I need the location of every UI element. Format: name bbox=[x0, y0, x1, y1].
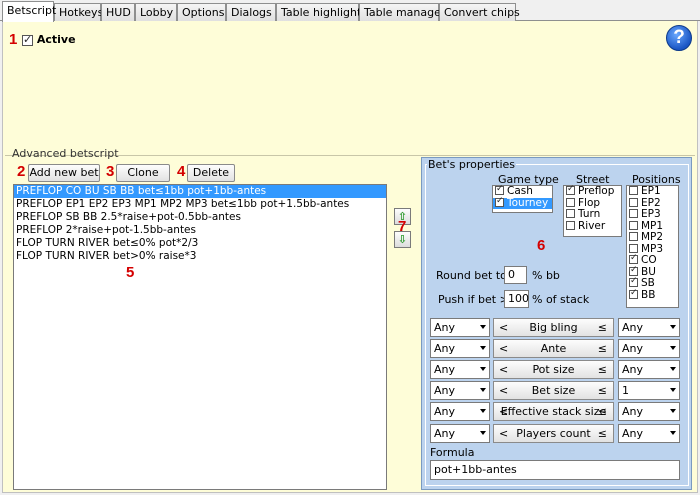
checkbox[interactable] bbox=[629, 288, 638, 299]
tab-options[interactable]: Options bbox=[177, 3, 226, 21]
marker-3: 3 bbox=[106, 163, 115, 180]
tab-convert-chips[interactable]: Convert chips bbox=[439, 3, 520, 21]
chevron-down-icon bbox=[670, 367, 676, 371]
active-label: Active bbox=[36, 33, 76, 46]
list-item[interactable]: FLOP TURN RIVER bet≤0% pot*2/3 bbox=[14, 237, 386, 250]
add-new-bet-button[interactable]: Add new bet bbox=[28, 164, 100, 182]
tab-betscript[interactable]: Betscript bbox=[2, 1, 56, 22]
list-item[interactable]: PREFLOP SB BB 2.5*raise+pot-0.5bb-antes bbox=[14, 211, 386, 224]
tab-bar: Betscript Hotkeys HUD Lobby Options Dial… bbox=[0, 0, 700, 22]
active-panel bbox=[2, 21, 698, 146]
round-bet-unit: % bb bbox=[532, 269, 560, 282]
active-checkbox[interactable] bbox=[22, 33, 33, 46]
checkbox[interactable] bbox=[629, 232, 638, 241]
bet-list[interactable]: PREFLOP CO BU SB BB bet≤1bb pot+1bb-ante… bbox=[13, 184, 387, 490]
formula-input[interactable]: pot+1bb-antes bbox=[430, 460, 680, 480]
checkbox[interactable] bbox=[566, 197, 575, 207]
marker-4: 4 bbox=[177, 163, 186, 180]
game-type-tourney[interactable]: Tourney bbox=[493, 196, 552, 209]
checkbox[interactable] bbox=[566, 184, 575, 195]
ante-min-select[interactable]: Any bbox=[430, 339, 490, 358]
bet-size-range-label: < Bet size ≤ bbox=[493, 381, 614, 400]
tab-hotkeys[interactable]: Hotkeys bbox=[54, 3, 103, 21]
checkbox[interactable] bbox=[495, 196, 504, 207]
street-list[interactable]: Preflop Flop Turn River bbox=[563, 184, 622, 237]
chevron-down-icon bbox=[480, 388, 486, 392]
arrow-down-icon: ⇩ bbox=[397, 233, 408, 246]
effective-stack-min-select[interactable]: Any bbox=[430, 402, 490, 421]
marker-2: 2 bbox=[17, 163, 26, 180]
position-bb[interactable]: BB bbox=[627, 288, 678, 302]
list-item[interactable]: PREFLOP EP1 EP2 EP3 MP1 MP2 MP3 bet≤1bb … bbox=[14, 198, 386, 211]
pot-size-min-select[interactable]: Any bbox=[430, 360, 490, 379]
big-blind-min-select[interactable]: Any bbox=[430, 318, 490, 337]
checkbox[interactable] bbox=[566, 209, 575, 218]
tab-lobby[interactable]: Lobby bbox=[135, 3, 177, 21]
checkbox[interactable] bbox=[629, 220, 638, 230]
checkbox[interactable] bbox=[629, 197, 638, 207]
marker-6: 6 bbox=[537, 237, 546, 254]
tab-table-manager[interactable]: Table manager bbox=[359, 3, 445, 21]
help-icon[interactable]: ? bbox=[666, 25, 692, 51]
tab-hud[interactable]: HUD bbox=[101, 3, 135, 21]
chevron-down-icon bbox=[480, 409, 486, 413]
street-river[interactable]: River bbox=[564, 220, 621, 233]
marker-1: 1 bbox=[9, 31, 18, 48]
pot-size-range-label: < Pot size ≤ bbox=[493, 360, 614, 379]
marker-5: 5 bbox=[126, 264, 135, 281]
players-count-range-label: < Players count ≤ bbox=[493, 424, 614, 443]
bet-properties-title: Bet's properties bbox=[427, 158, 517, 171]
ante-max-select[interactable]: Any bbox=[618, 339, 680, 358]
round-bet-input[interactable]: 0 bbox=[504, 266, 527, 284]
chevron-down-icon bbox=[480, 325, 486, 329]
effective-stack-range-label: < Effective stack size ≤ bbox=[493, 402, 614, 421]
chevron-down-icon bbox=[670, 325, 676, 329]
chevron-down-icon bbox=[670, 346, 676, 350]
clone-bet-button[interactable]: Clone bet bbox=[116, 164, 170, 195]
list-item[interactable]: FLOP TURN RIVER bet>0% raise*3 bbox=[14, 250, 386, 263]
active-checkbox-row[interactable]: Active bbox=[22, 33, 76, 46]
formula-label: Formula bbox=[430, 446, 475, 459]
checkbox[interactable] bbox=[495, 184, 504, 195]
tab-dialogs[interactable]: Dialogs bbox=[226, 3, 276, 21]
checkbox[interactable] bbox=[629, 186, 638, 195]
checkbox[interactable] bbox=[629, 209, 638, 218]
checkbox[interactable] bbox=[629, 276, 638, 287]
players-count-max-select[interactable]: Any bbox=[618, 424, 680, 443]
pot-size-max-select[interactable]: Any bbox=[618, 360, 680, 379]
checkbox[interactable] bbox=[566, 220, 575, 230]
effective-stack-max-select[interactable]: Any bbox=[618, 402, 680, 421]
checkbox[interactable] bbox=[629, 265, 638, 276]
chevron-down-icon bbox=[480, 367, 486, 371]
bet-size-min-select[interactable]: Any bbox=[430, 381, 490, 400]
checkbox[interactable] bbox=[629, 243, 638, 253]
ante-range-label: < Ante ≤ bbox=[493, 339, 614, 358]
chevron-down-icon bbox=[480, 346, 486, 350]
chevron-down-icon bbox=[670, 409, 676, 413]
push-if-label: Push if bet > bbox=[438, 293, 509, 306]
chevron-down-icon bbox=[670, 388, 676, 392]
big-blind-max-select[interactable]: Any bbox=[618, 318, 680, 337]
round-bet-label: Round bet to bbox=[436, 269, 507, 282]
players-count-min-select[interactable]: Any bbox=[430, 424, 490, 443]
game-type-list[interactable]: Cash Tourney bbox=[492, 184, 553, 213]
tab-table-highlight[interactable]: Table highlight bbox=[276, 3, 361, 21]
positions-list[interactable]: EP1 EP2 EP3 MP1 MP2 MP3 CO BU SB BB bbox=[626, 185, 679, 308]
push-if-input[interactable]: 100 bbox=[504, 290, 529, 308]
push-if-unit: % of stack bbox=[532, 293, 590, 306]
bet-size-max-select[interactable]: 1 bbox=[618, 381, 680, 400]
advanced-betscript-title: Advanced betscript bbox=[12, 147, 119, 160]
chevron-down-icon bbox=[670, 431, 676, 435]
big-blind-range-label: < Big bling ≤ bbox=[493, 318, 614, 337]
move-down-button[interactable]: ⇩ bbox=[394, 231, 411, 248]
list-item[interactable]: PREFLOP 2*raise+pot-1.5bb-antes bbox=[14, 224, 386, 237]
chevron-down-icon bbox=[480, 431, 486, 435]
delete-button[interactable]: Delete bbox=[187, 164, 235, 182]
list-item[interactable]: PREFLOP CO BU SB BB bet≤1bb pot+1bb-ante… bbox=[14, 185, 386, 198]
checkbox[interactable] bbox=[629, 253, 638, 264]
